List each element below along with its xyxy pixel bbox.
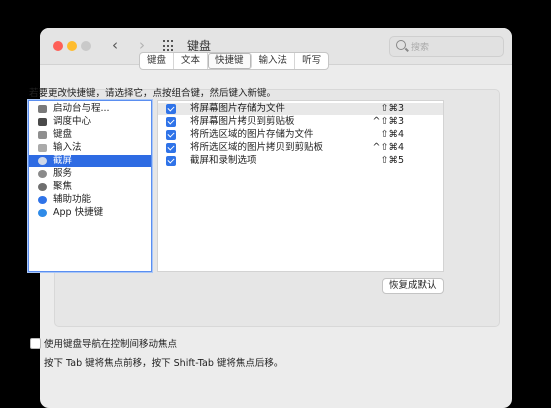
tab-text[interactable]: 文本 [174,53,209,69]
shortcut-row[interactable]: 将屏幕图片存储为文件 ⇧⌘3 [158,103,443,115]
accessibility-icon [38,196,47,204]
category-item[interactable]: 启动台与程... [29,103,151,115]
category-list[interactable]: 启动台与程... 调度中心 键盘 输入法 截屏 服务 聚焦 辅助功能 App 快… [28,100,152,272]
restore-defaults-button[interactable]: 恢复成默认 [382,278,444,294]
category-item[interactable]: 聚焦 [29,181,151,193]
category-item[interactable]: 辅助功能 [29,194,151,206]
spotlight-icon [38,183,47,191]
shortcut-row[interactable]: 将所选区域的图片拷贝到剪贴板 ^⇧⌘4 [158,142,443,154]
shortcut-checkbox[interactable] [166,104,176,114]
close-button[interactable] [53,41,63,51]
tab-input-methods[interactable]: 输入法 [252,53,296,69]
category-item[interactable]: 键盘 [29,129,151,141]
mission-control-icon [38,118,47,126]
instruction-text: 若要更改快捷键，请选择它，点按组合键，然后键入新键。 [29,88,277,99]
shortcut-row[interactable]: 截屏和录制选项 ⇧⌘5 [158,155,443,167]
keyboard-icon [38,131,47,139]
keyboard-navigation-hint: 按下 Tab 键将焦点前移，按下 Shift-Tab 键将焦点后移。 [44,358,284,369]
shortcut-row[interactable]: 将所选区域的图片存储为文件 ⇧⌘4 [158,129,443,141]
search-field[interactable]: 搜索 [389,36,504,57]
shortcut-checkbox[interactable] [166,143,176,153]
tab-keyboard[interactable]: 键盘 [140,53,175,69]
shortcut-checkbox[interactable] [166,156,176,166]
show-all-grid-icon[interactable] [163,40,175,52]
tab-bar: 键盘 文本 快捷键 输入法 听写 [139,52,330,70]
tab-shortcuts[interactable]: 快捷键 [208,53,252,69]
minimize-button[interactable] [67,41,77,51]
shortcut-row[interactable]: 将屏幕图片拷贝到剪贴板 ^⇧⌘3 [158,116,443,128]
input-method-icon [38,144,47,152]
keyboard-navigation-label: 使用键盘导航在控制间移动焦点 [44,339,178,350]
shortcut-list[interactable]: 将屏幕图片存储为文件 ⇧⌘3 将屏幕图片拷贝到剪贴板 ^⇧⌘3 将所选区域的图片… [157,100,444,272]
category-item[interactable]: 输入法 [29,142,151,154]
keyboard-navigation-checkbox[interactable] [30,338,41,349]
shortcut-checkbox[interactable] [166,130,176,140]
search-placeholder: 搜索 [411,43,430,53]
shortcut-checkbox[interactable] [166,117,176,127]
launchpad-icon [38,105,47,113]
search-icon [396,40,406,50]
gear-icon [38,170,47,178]
back-chevron-icon[interactable]: ‹ [106,35,124,55]
tab-dictation[interactable]: 听写 [295,53,328,69]
zoom-button[interactable] [81,41,91,51]
app-store-icon [38,209,47,217]
screenshot-icon [38,157,47,165]
category-item[interactable]: 调度中心 [29,116,151,128]
category-item[interactable]: 服务 [29,168,151,180]
category-item[interactable]: App 快捷键 [29,207,151,219]
category-item-screenshot[interactable]: 截屏 [29,155,151,167]
